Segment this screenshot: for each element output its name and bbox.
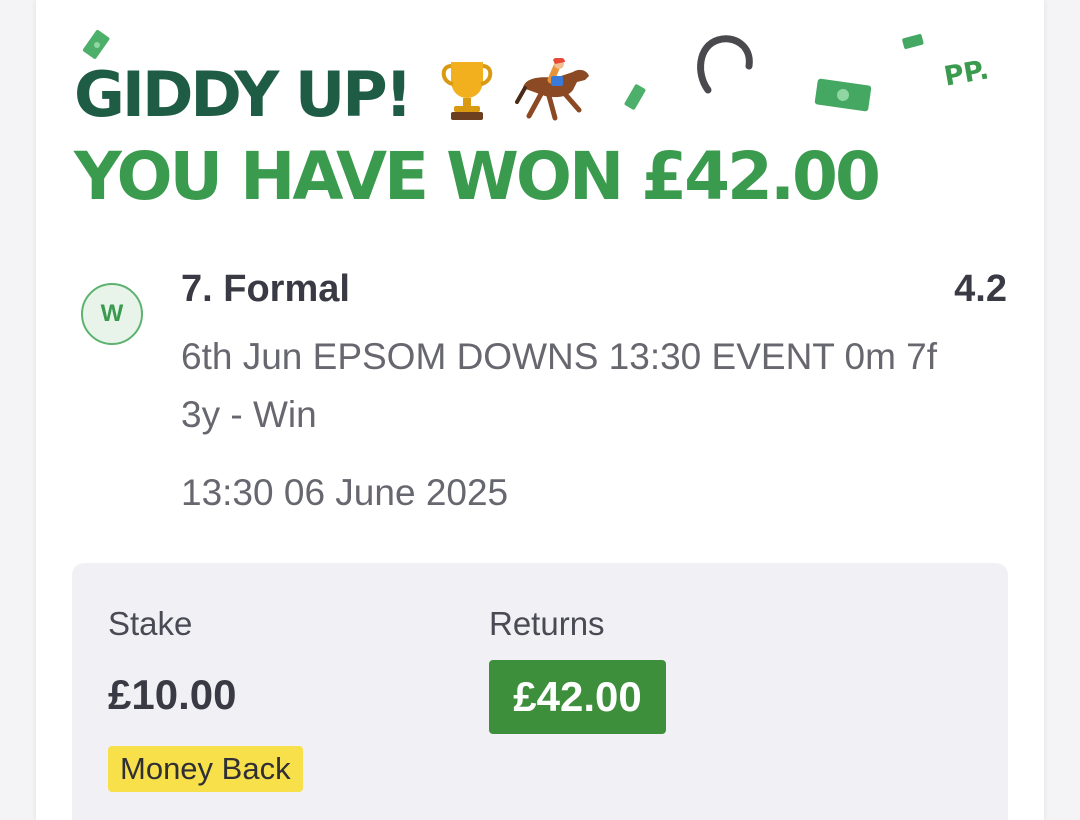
- bet-win-card: PP. GIDDY UP! YOU HAVE WON £42.00 W 7. F…: [36, 0, 1044, 820]
- celebration-title: GIDDY UP!: [74, 58, 413, 131]
- win-amount-headline: YOU HAVE WON £42.00: [74, 138, 881, 215]
- brand-mark-text: PP.: [941, 54, 992, 93]
- event-datetime: 13:30 06 June 2025: [181, 472, 509, 513]
- market-description: 6th Jun EPSOM DOWNS 13:30 EVENT 0m 7f 3y…: [181, 336, 938, 435]
- bet-summary-panel: Stake £10.00 Returns £42.00 Money Back: [72, 563, 1008, 820]
- banknote-icon: [624, 84, 646, 110]
- win-result-badge: W: [81, 283, 143, 345]
- returns-label: Returns: [489, 605, 605, 642]
- banknote-icon: [902, 34, 924, 49]
- banknote-icon: [82, 29, 110, 59]
- stake-value: £10.00: [108, 671, 237, 718]
- selection-name: 7. Formal: [181, 268, 350, 310]
- selection-odds: 4.2: [954, 268, 1007, 310]
- trophy-icon: [441, 62, 492, 120]
- horse-racing-icon: [515, 57, 590, 121]
- horseshoe-icon: [697, 35, 753, 94]
- returns-value: £42.00: [489, 660, 666, 734]
- celebration-headline: GIDDY UP!: [74, 57, 595, 131]
- stake-label: Stake: [108, 605, 193, 642]
- money-back-tag: Money Back: [108, 746, 303, 792]
- banknote-icon: [814, 78, 872, 112]
